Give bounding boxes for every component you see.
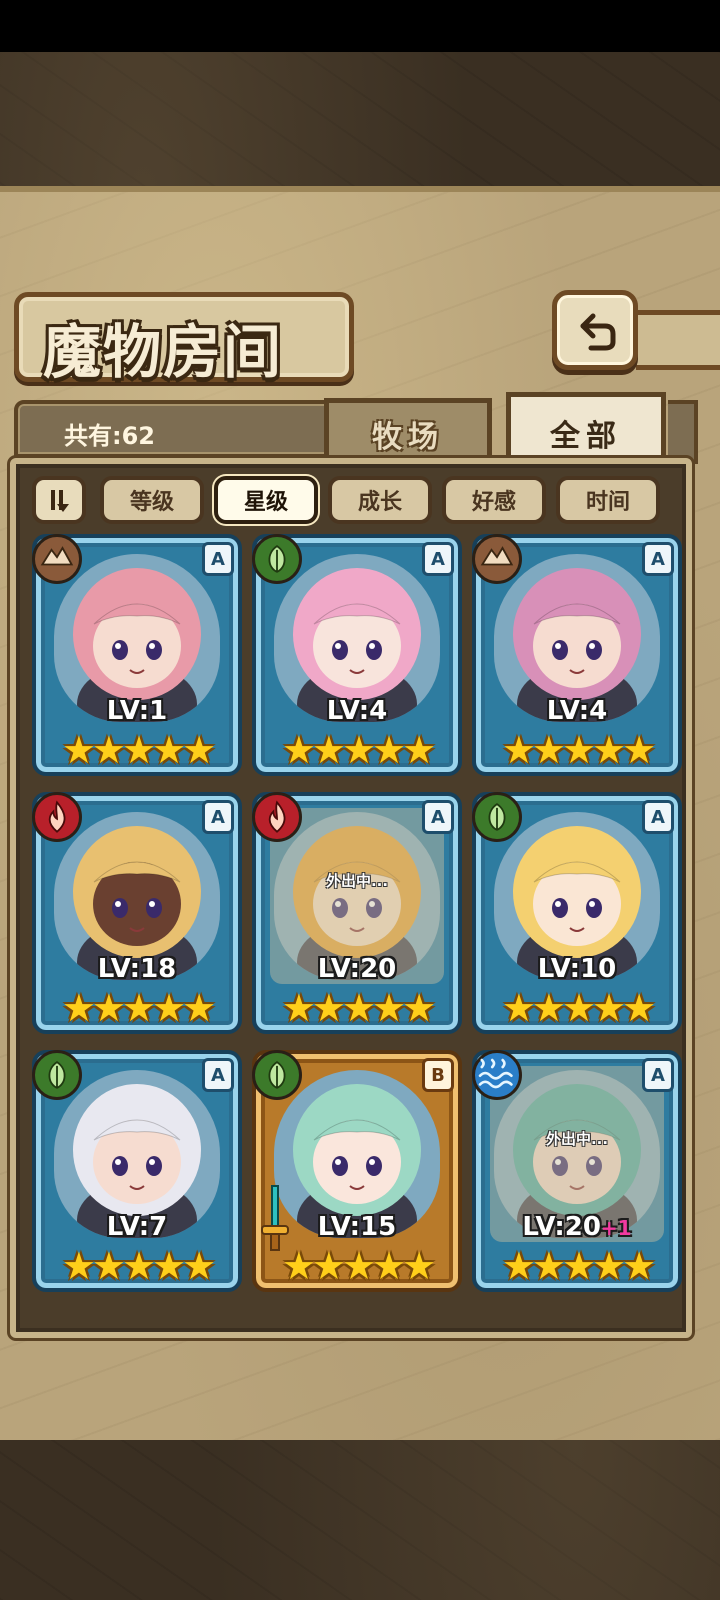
grade-badge: A	[422, 800, 454, 834]
star-rating: ★★★★★	[501, 728, 656, 772]
grade-badge: A	[642, 1058, 674, 1092]
star-rating: ★★★★★	[501, 1244, 656, 1288]
nature-icon	[252, 1050, 302, 1100]
tab-all[interactable]: 全部	[506, 392, 666, 468]
earth-icon	[32, 534, 82, 584]
monster-level: LV:20	[317, 954, 397, 984]
title-plate: 魔物房间	[14, 292, 354, 386]
monster-card[interactable]: A LV:7 ★★★★★	[32, 1050, 242, 1292]
tab-ranch[interactable]: 牧场	[324, 398, 492, 464]
monster-level: LV:7	[106, 1212, 168, 1242]
return-icon	[580, 313, 616, 351]
status-bar	[0, 0, 720, 52]
grade-badge: A	[202, 800, 234, 834]
sort-growth-button[interactable]: 成长	[328, 476, 432, 524]
star-rating: ★★★★★	[61, 986, 216, 1030]
monster-card[interactable]: A LV:18 ★★★★★	[32, 792, 242, 1034]
count-bar: 共有:62	[14, 400, 354, 458]
monster-card[interactable]: B LV:15 ★★★★★	[252, 1050, 462, 1292]
fire-icon	[252, 792, 302, 842]
nature-icon	[32, 1050, 82, 1100]
grade-badge: A	[642, 800, 674, 834]
monster-card[interactable]: 外出中... A LV:20+1 ★★★★★	[472, 1050, 682, 1292]
monster-card[interactable]: A LV:4 ★★★★★	[252, 534, 462, 776]
earth-icon	[472, 534, 522, 584]
grade-badge: A	[202, 542, 234, 576]
monster-level: LV:20+1	[522, 1212, 632, 1242]
grade-badge: B	[422, 1058, 454, 1092]
star-rating: ★★★★★	[281, 986, 436, 1030]
star-rating: ★★★★★	[281, 1244, 436, 1288]
nature-icon	[472, 792, 522, 842]
monster-level: LV:4	[546, 696, 608, 726]
star-rating: ★★★★★	[61, 1244, 216, 1288]
sort-time-button[interactable]: 时间	[556, 476, 660, 524]
sort-level-button[interactable]: 等级	[100, 476, 204, 524]
tab-strip-end	[668, 400, 698, 464]
star-rating: ★★★★★	[61, 728, 216, 772]
monster-card[interactable]: A LV:10 ★★★★★	[472, 792, 682, 1034]
away-status: 外出中...	[545, 1130, 609, 1148]
page-title: 魔物房间	[43, 318, 284, 386]
grade-badge: A	[202, 1058, 234, 1092]
sort-star-button[interactable]: 星级	[214, 476, 318, 524]
sort-affection-button[interactable]: 好感	[442, 476, 546, 524]
nature-icon	[252, 534, 302, 584]
monster-level: LV:4	[326, 696, 388, 726]
grade-badge: A	[422, 542, 454, 576]
fire-icon	[32, 792, 82, 842]
monster-card[interactable]: A LV:4 ★★★★★	[472, 534, 682, 776]
monster-card[interactable]: 外出中... A LV:20 ★★★★★	[252, 792, 462, 1034]
back-button[interactable]	[552, 290, 638, 370]
water-icon	[472, 1050, 522, 1100]
sort-order-toggle[interactable]	[32, 476, 86, 524]
monster-card[interactable]: A LV:1 ★★★★★	[32, 534, 242, 776]
monster-level: LV:18	[97, 954, 177, 984]
monster-count: 共有:62	[64, 422, 155, 450]
sort-order-icon	[51, 490, 69, 512]
parchment-edge-top	[0, 186, 720, 236]
monster-level: LV:10	[537, 954, 617, 984]
level-bonus: +1	[600, 1216, 632, 1240]
monster-level: LV:15	[317, 1212, 397, 1242]
back-rail	[636, 310, 720, 370]
away-status: 外出中...	[325, 872, 389, 890]
parchment-edge-bottom	[0, 1376, 720, 1426]
star-rating: ★★★★★	[281, 728, 436, 772]
grade-badge: A	[642, 542, 674, 576]
monster-level: LV:1	[106, 696, 168, 726]
star-rating: ★★★★★	[501, 986, 656, 1030]
